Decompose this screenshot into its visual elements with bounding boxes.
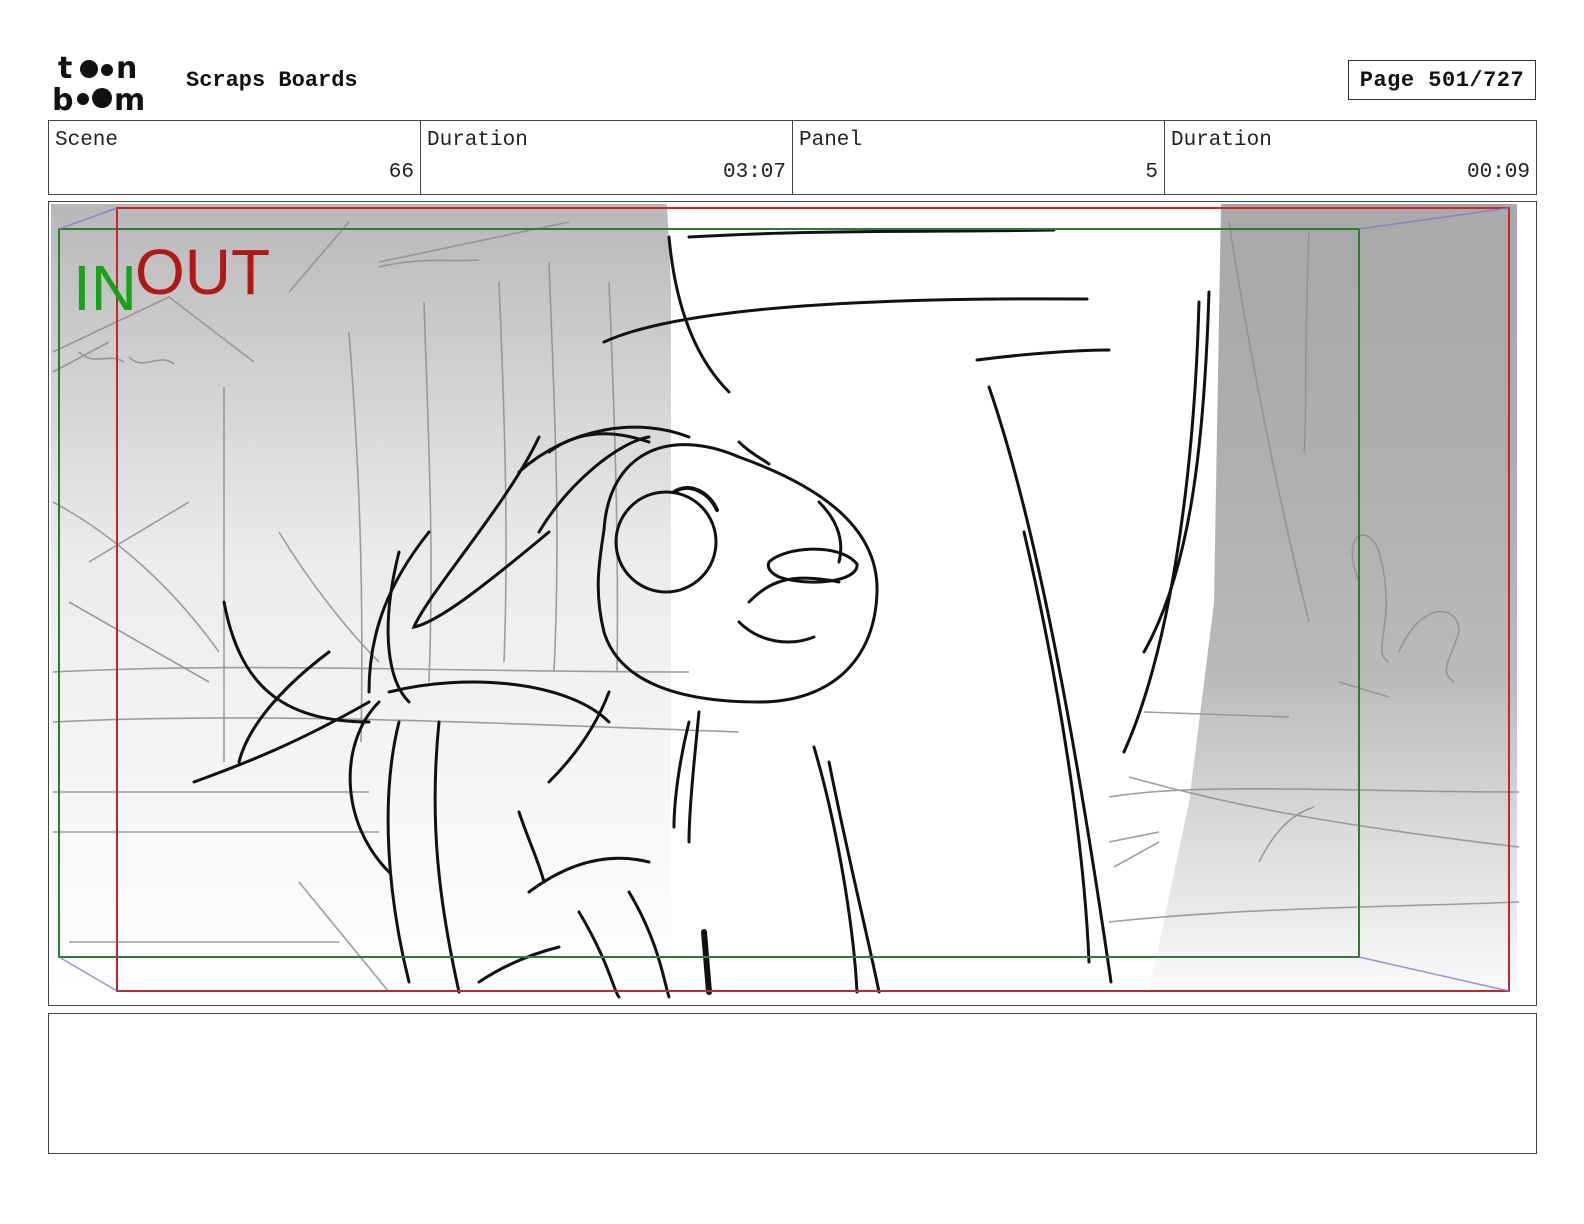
in-label: IN — [73, 252, 137, 324]
panel-duration-label: Duration — [1171, 129, 1272, 152]
scene-duration-value: 03:07 — [722, 161, 786, 184]
document-title: Scraps Boards — [186, 68, 358, 93]
scene-value: 66 — [388, 161, 414, 184]
panel-duration-value: 00:09 — [1466, 161, 1530, 184]
svg-text:n: n — [116, 51, 137, 86]
panel-value: 5 — [1145, 161, 1158, 184]
panel-duration-cell: Duration 00:09 — [1165, 121, 1536, 194]
storyboard-panel: IN OUT — [48, 201, 1537, 1006]
curtain-white-left — [667, 204, 1221, 992]
panel-info-row: Scene 66 Duration 03:07 Panel 5 Duration… — [48, 120, 1537, 195]
panel-label: Panel — [799, 129, 863, 152]
svg-text:b: b — [52, 83, 73, 112]
panel-notes-box — [48, 1013, 1537, 1154]
svg-text:t: t — [58, 51, 72, 86]
panel-sketch: IN OUT — [51, 204, 1520, 999]
scene-duration-label: Duration — [427, 129, 528, 152]
out-label: OUT — [135, 236, 270, 308]
scene-label: Scene — [55, 129, 119, 152]
scene-cell: Scene 66 — [49, 121, 421, 194]
svg-text:m: m — [114, 83, 145, 112]
scene-duration-cell: Duration 03:07 — [421, 121, 793, 194]
panel-cell: Panel 5 — [793, 121, 1165, 194]
page-number: Page 501/727 — [1348, 60, 1536, 100]
toonboom-logo: t n b m — [52, 51, 145, 112]
